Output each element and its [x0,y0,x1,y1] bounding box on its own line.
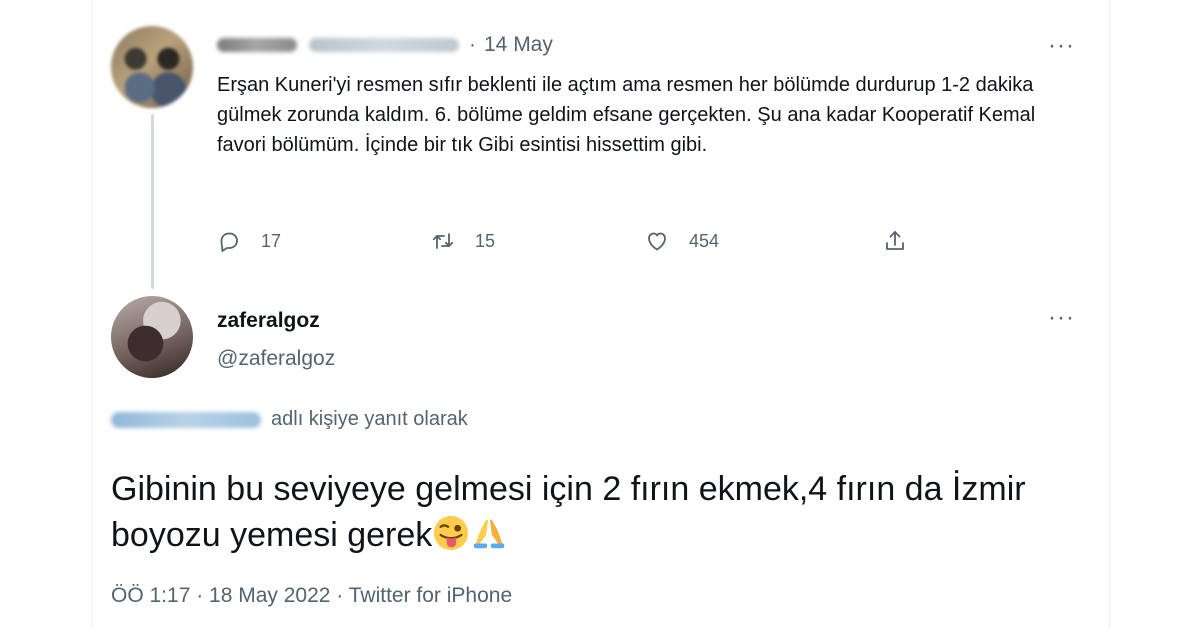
like-button[interactable]: 454 [645,226,719,256]
blurred-handle [309,38,459,52]
tweet-timestamp-source[interactable]: ÖÖ 1:17 · 18 May 2022 · Twitter for iPho… [111,584,512,608]
tweet-actions: 17 15 454 [217,226,957,256]
thread-connector-line [151,114,154,289]
share-icon [886,231,904,250]
blurred-mention-link[interactable] [111,411,261,428]
retweet-button[interactable]: 15 [431,226,495,256]
header-separator: · [469,33,476,56]
author-info: zaferalgoz @zaferalgoz [217,306,335,374]
blurred-display-name [217,38,297,52]
reply-icon [220,232,238,252]
share-button[interactable] [883,226,927,256]
reply-context-label: adlı kişiye yanıt olarak [271,408,468,430]
tweet-text: Gibinin bu seviyeye gelmesi için 2 fırın… [111,466,1071,558]
display-name[interactable]: zaferalgoz [217,306,335,336]
reply-context: adlı kişiye yanıt olarak [111,408,468,431]
tweet-date[interactable]: 14 May [484,33,553,57]
more-options-icon[interactable]: ··· [1048,34,1075,58]
like-icon [648,232,666,251]
avatar[interactable] [111,296,193,378]
like-count: 454 [689,230,720,251]
more-options-icon[interactable]: ··· [1048,306,1075,330]
tweet-text-content: Gibinin bu seviyeye gelmesi için 2 fırın… [111,470,1026,554]
retweet-icon [432,233,454,249]
reply-count: 17 [261,230,282,251]
winking-face-tongue-emoji [434,515,469,551]
tweet-thread-card: · 14 May ··· Erşan Kuneri'yi resmen sıfı… [92,0,1110,628]
folded-hands-emoji [474,519,505,549]
user-handle[interactable]: @zaferalgoz [217,344,335,374]
tweet-header: · 14 May [217,30,553,60]
retweet-count: 15 [475,230,496,251]
reply-button[interactable]: 17 [217,226,281,256]
avatar[interactable] [111,26,193,108]
tweet-text: Erşan Kuneri'yi resmen sıfır beklenti il… [217,74,1036,156]
